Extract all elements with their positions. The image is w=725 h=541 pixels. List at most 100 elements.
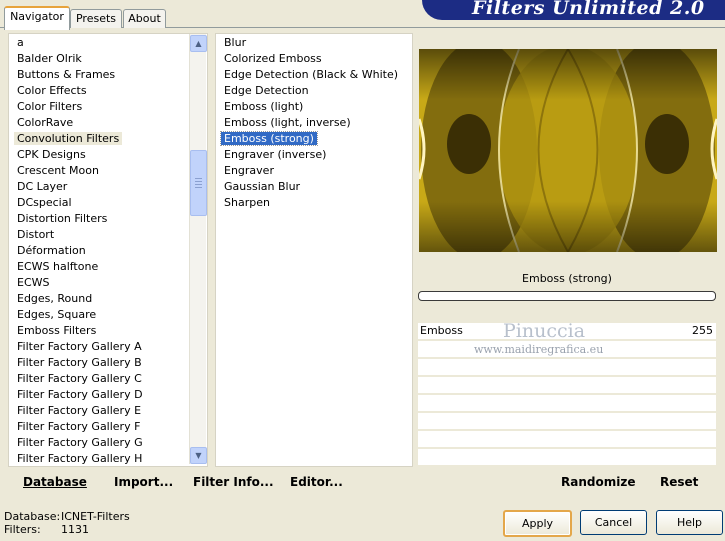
- tab-about[interactable]: About: [123, 9, 166, 28]
- filter-list-item-label: Colorized Emboss: [224, 52, 322, 65]
- category-list-item[interactable]: Filter Factory Gallery F: [14, 419, 146, 435]
- category-list-item[interactable]: Emboss Filters: [14, 323, 146, 339]
- category-list-item[interactable]: Filter Factory Gallery G: [14, 435, 146, 451]
- category-list-item[interactable]: Filter Factory Gallery B: [14, 355, 146, 371]
- filter-list-item[interactable]: Edge Detection: [221, 83, 401, 99]
- category-list-item-label: Filter Factory Gallery G: [17, 436, 143, 449]
- category-list-item[interactable]: Déformation: [14, 243, 146, 259]
- filter-list-item[interactable]: Sharpen: [221, 195, 401, 211]
- category-list-item[interactable]: Distort: [14, 227, 146, 243]
- category-panel: a Balder Olrik Buttons & Frames Color Effec…: [8, 33, 208, 467]
- category-list-item[interactable]: Filter Factory Gallery H: [14, 451, 146, 467]
- param-label: Emboss: [420, 324, 463, 337]
- filter-list-item[interactable]: Emboss (light): [221, 99, 401, 115]
- filters-count: 1131: [61, 523, 89, 536]
- category-list-item-label: Color Effects: [17, 84, 87, 97]
- category-list-item-label: Edges, Round: [17, 292, 93, 305]
- apply-button[interactable]: Apply: [503, 510, 572, 537]
- filter-list-item[interactable]: Emboss (light, inverse): [221, 115, 401, 131]
- filter-list-item-label: Engraver (inverse): [224, 148, 327, 161]
- category-list-item[interactable]: ECWS halftone: [14, 259, 146, 275]
- param-row-empty: [418, 377, 716, 394]
- category-list-item-label: ECWS: [17, 276, 50, 289]
- editor-button[interactable]: Editor...: [290, 475, 343, 489]
- preview-emboss-graphic: [419, 49, 717, 252]
- category-list-item-label: DCspecial: [17, 196, 72, 209]
- filter-list: Blur Colorized Emboss Edge Detection (Blac…: [220, 35, 401, 211]
- category-list-item[interactable]: Filter Factory Gallery D: [14, 387, 146, 403]
- category-list-item-label: ColorRave: [17, 116, 74, 129]
- category-list-item-label: Distort: [17, 228, 55, 241]
- category-list-item[interactable]: Filter Factory Gallery E: [14, 403, 146, 419]
- filter-list-item[interactable]: Colorized Emboss: [221, 51, 401, 67]
- category-list-item-label: Filter Factory Gallery D: [17, 388, 143, 401]
- scroll-down-button[interactable]: ▼: [190, 447, 207, 464]
- category-list-item[interactable]: Color Filters: [14, 99, 146, 115]
- tab-presets[interactable]: Presets: [70, 9, 122, 28]
- filter-list-item-label: Engraver: [224, 164, 274, 177]
- category-list-item[interactable]: ECWS: [14, 275, 146, 291]
- category-list-item[interactable]: Color Effects: [14, 83, 146, 99]
- category-list-item[interactable]: DCspecial: [14, 195, 146, 211]
- category-list-item[interactable]: ColorRave: [14, 115, 146, 131]
- category-list-item-label: Convolution Filters: [14, 132, 123, 145]
- filter-list-item-label: Edge Detection: [224, 84, 309, 97]
- filter-list-item[interactable]: Gaussian Blur: [221, 179, 401, 195]
- category-list-item[interactable]: Buttons & Frames: [14, 67, 146, 83]
- category-list-item[interactable]: Crescent Moon: [14, 163, 146, 179]
- param-row-empty: [418, 395, 716, 412]
- app-title: Filters Unlimited 2.0: [472, 0, 705, 19]
- category-list-item-label: DC Layer: [17, 180, 68, 193]
- category-list-item[interactable]: Edges, Square: [14, 307, 146, 323]
- database-label: Database:: [4, 510, 61, 523]
- category-list-item[interactable]: Edges, Round: [14, 291, 146, 307]
- category-list-item-label: a: [17, 36, 24, 49]
- scroll-up-button[interactable]: ▲: [190, 35, 207, 52]
- param-row-empty: [418, 359, 716, 376]
- category-list-item-label: Emboss Filters: [17, 324, 97, 337]
- category-list-item-label: Filter Factory Gallery E: [17, 404, 142, 417]
- randomize-button[interactable]: Randomize: [561, 475, 635, 489]
- database-button[interactable]: Database: [23, 475, 87, 489]
- filter-info-button[interactable]: Filter Info...: [193, 475, 274, 489]
- import-button[interactable]: Import...: [114, 475, 173, 489]
- category-list-item[interactable]: Filter Factory Gallery A: [14, 339, 146, 355]
- cancel-button[interactable]: Cancel: [580, 510, 647, 535]
- category-list-item-label: Déformation: [17, 244, 86, 257]
- filter-list-item-label: Emboss (light): [224, 100, 304, 113]
- filter-list-item[interactable]: Blur: [221, 35, 401, 51]
- filter-list-item[interactable]: Engraver (inverse): [221, 147, 401, 163]
- filter-list-item[interactable]: Engraver: [221, 163, 401, 179]
- category-scrollbar[interactable]: ▲ ▼: [189, 34, 207, 464]
- param-row-empty: [418, 431, 716, 448]
- scroll-thumb[interactable]: [190, 150, 207, 216]
- param-row-empty: [418, 449, 716, 466]
- reset-button[interactable]: Reset: [660, 475, 698, 489]
- category-list-item[interactable]: a: [14, 35, 146, 51]
- category-list-item-label: Buttons & Frames: [17, 68, 116, 81]
- watermark-url: www.maidiregrafica.eu: [474, 343, 604, 356]
- watermark-name: Pinuccia: [503, 320, 586, 342]
- category-list-item-label: Edges, Square: [17, 308, 97, 321]
- category-list-item-label: Color Filters: [17, 100, 83, 113]
- tab-navigator[interactable]: Navigator: [4, 6, 70, 30]
- category-list-item-label: Filter Factory Gallery B: [17, 356, 142, 369]
- filter-list-item-label: Sharpen: [224, 196, 270, 209]
- category-list-item[interactable]: Filter Factory Gallery C: [14, 371, 146, 387]
- filter-list-item[interactable]: Emboss (strong): [220, 131, 401, 147]
- category-list-item[interactable]: Balder Olrik: [14, 51, 146, 67]
- filter-list-item-label: Emboss (light, inverse): [224, 116, 351, 129]
- preview-image: [419, 49, 717, 252]
- category-list-item[interactable]: CPK Designs: [14, 147, 146, 163]
- category-list-item-label: Filter Factory Gallery F: [17, 420, 141, 433]
- category-list-item[interactable]: DC Layer: [14, 179, 146, 195]
- filter-list-item-label: Blur: [224, 36, 247, 49]
- category-list-item[interactable]: Convolution Filters: [14, 131, 146, 147]
- category-list-item[interactable]: Distortion Filters: [14, 211, 146, 227]
- category-list: a Balder Olrik Buttons & Frames Color Effec…: [14, 35, 146, 467]
- category-list-item-label: Filter Factory Gallery A: [17, 340, 142, 353]
- help-button[interactable]: Help: [656, 510, 723, 535]
- category-list-item-label: CPK Designs: [17, 148, 86, 161]
- filter-list-item[interactable]: Edge Detection (Black & White): [221, 67, 401, 83]
- param-value[interactable]: 255: [692, 324, 713, 337]
